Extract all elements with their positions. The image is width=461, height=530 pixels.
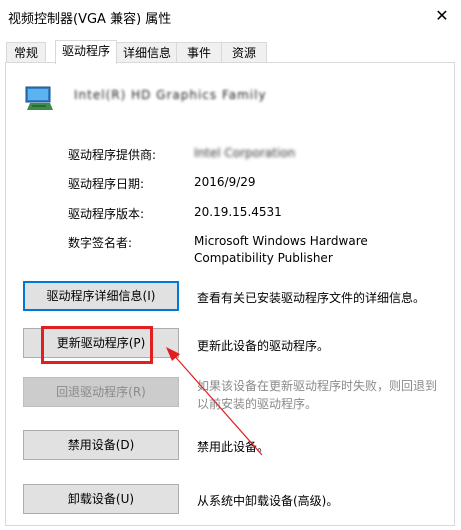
uninstall-device-description: 从系统中卸载设备(高级)。 xyxy=(197,494,339,508)
signer-label: 数字签名者: xyxy=(68,236,133,250)
signer-value-line1: Microsoft Windows Hardware xyxy=(194,234,368,248)
rollback-driver-button: 回退驱动程序(R) xyxy=(23,377,179,407)
provider-label: 驱动程序提供商: xyxy=(68,148,157,162)
device-name: Intel(R) HD Graphics Family xyxy=(74,88,267,102)
uninstall-device-button[interactable]: 卸载设备(U) xyxy=(23,484,179,514)
annotation-arrow-icon xyxy=(166,347,263,456)
version-label: 驱动程序版本: xyxy=(68,207,145,221)
signer-value-line2: Compatibility Publisher xyxy=(194,251,333,265)
driver-details-description: 查看有关已安装驱动程序文件的详细信息。 xyxy=(197,291,426,305)
version-value: 20.19.15.4531 xyxy=(194,205,282,219)
driver-details-button[interactable]: 驱动程序详细信息(I) xyxy=(23,281,179,311)
date-value: 2016/9/29 xyxy=(194,175,256,189)
highlight-box xyxy=(41,326,153,364)
provider-value: Intel Corporation xyxy=(194,146,296,160)
display-adapter-icon xyxy=(25,86,53,110)
date-label: 驱动程序日期: xyxy=(68,177,145,191)
disable-device-button[interactable]: 禁用设备(D) xyxy=(23,430,179,460)
